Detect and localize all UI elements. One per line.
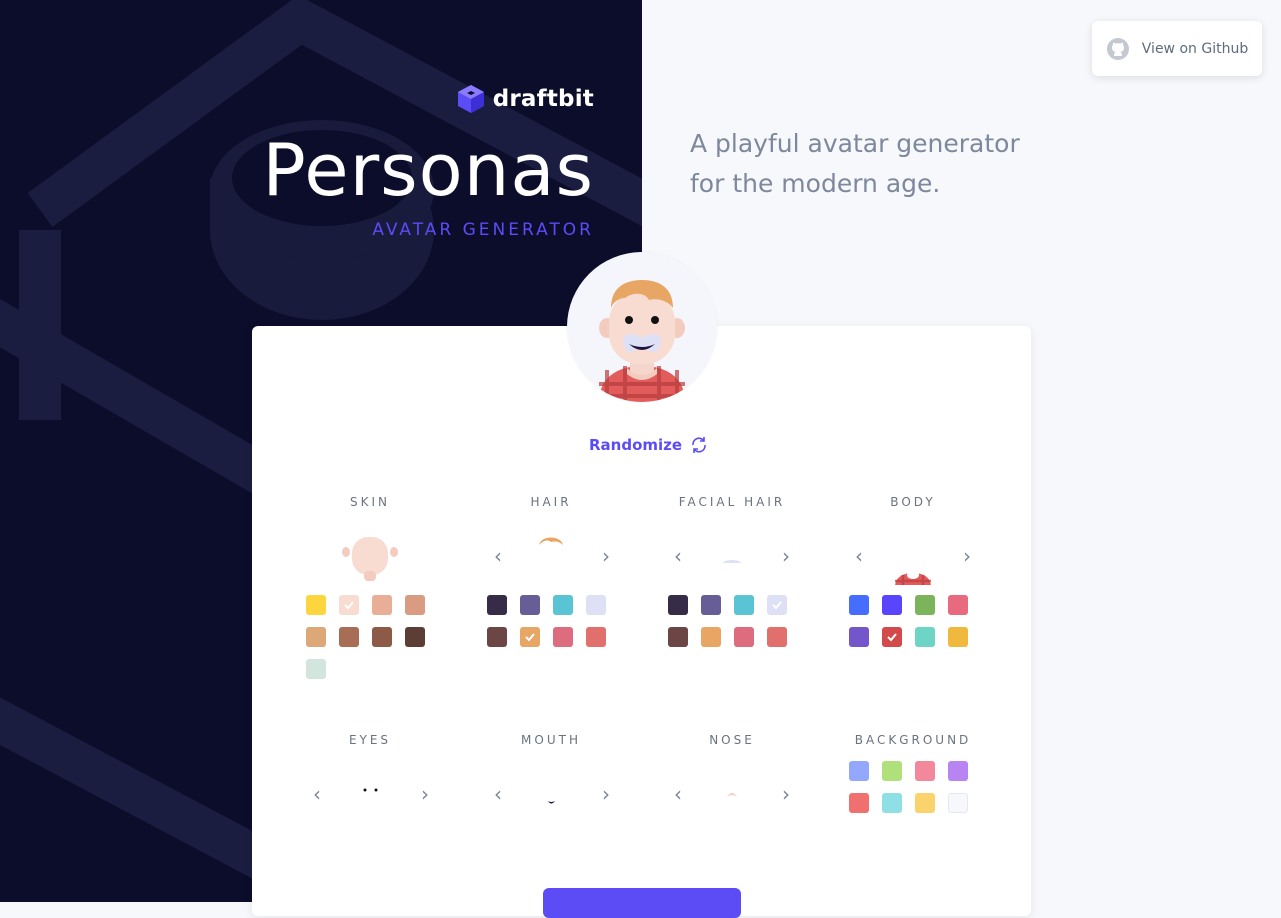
view-on-github-button[interactable]: View on Github — [1092, 21, 1262, 76]
check-icon — [525, 633, 535, 642]
eyes-next-button[interactable]: › — [417, 784, 433, 804]
mouth-prev-button[interactable]: ‹ — [490, 784, 506, 804]
page-subtitle: AVATAR GENERATOR — [372, 220, 594, 240]
facial-hair-color-swatch[interactable] — [767, 627, 787, 647]
background-color-swatch[interactable] — [948, 793, 968, 813]
avatar-preview — [567, 252, 717, 402]
skin-preview — [330, 525, 410, 585]
hair-color-swatch[interactable] — [520, 627, 540, 647]
facial-hair-color-swatch[interactable] — [668, 627, 688, 647]
nose-preview — [692, 763, 772, 823]
facial-hair-next-button[interactable]: › — [778, 546, 794, 566]
body-color-swatch[interactable] — [948, 627, 968, 647]
page-title: Personas — [262, 128, 594, 212]
skin-color-swatch[interactable] — [339, 627, 359, 647]
randomize-button[interactable]: Randomize — [589, 436, 708, 454]
hair-color-swatch[interactable] — [553, 627, 573, 647]
background-color-swatch[interactable] — [849, 793, 869, 813]
body-color-swatch[interactable] — [849, 627, 869, 647]
body-color-swatch[interactable] — [882, 627, 902, 647]
skin-color-swatch[interactable] — [372, 627, 392, 647]
tagline: A playful avatar generator for the moder… — [690, 129, 1020, 198]
skin-color-swatch[interactable] — [405, 595, 425, 615]
background-color-swatch[interactable] — [915, 761, 935, 781]
background-color-swatch[interactable] — [882, 761, 902, 781]
facial-hair-color-swatch[interactable] — [734, 627, 754, 647]
hair-next-button[interactable]: › — [598, 546, 614, 566]
background-color-swatch[interactable] — [849, 761, 869, 781]
hair-color-swatch[interactable] — [487, 627, 507, 647]
body-color-swatch[interactable] — [915, 627, 935, 647]
facial-hair-color-swatch[interactable] — [734, 595, 754, 615]
body-prev-button[interactable]: ‹ — [851, 546, 867, 566]
nose-label: NOSE — [709, 733, 755, 747]
hair-color-swatch[interactable] — [520, 595, 540, 615]
skin-color-swatch[interactable] — [306, 659, 326, 679]
refresh-icon — [692, 437, 706, 453]
facial-hair-color-swatch[interactable] — [701, 595, 721, 615]
facial-hair-color-swatch[interactable] — [767, 595, 787, 615]
hair-color-swatch[interactable] — [487, 595, 507, 615]
body-label: BODY — [890, 495, 936, 509]
mouth-preview — [511, 763, 591, 823]
body-color-swatch[interactable] — [882, 595, 902, 615]
facial-hair-label: FACIAL HAIR — [678, 495, 786, 509]
github-label: View on Github — [1141, 40, 1249, 57]
body-color-swatch[interactable] — [849, 595, 869, 615]
background-label: BACKGROUND — [854, 733, 972, 747]
facial-hair-color-swatch[interactable] — [668, 595, 688, 615]
check-icon — [344, 601, 354, 610]
facial-hair-prev-button[interactable]: ‹ — [670, 546, 686, 566]
mouth-next-button[interactable]: › — [598, 784, 614, 804]
hair-color-swatch[interactable] — [586, 595, 606, 615]
facial-hair-color-swatch[interactable] — [701, 627, 721, 647]
mouth-label: MOUTH — [521, 733, 581, 747]
body-color-swatch[interactable] — [915, 595, 935, 615]
eyes-preview — [330, 763, 410, 823]
avatar-illustration — [599, 280, 685, 402]
download-button[interactable] — [543, 888, 741, 918]
check-icon — [772, 601, 782, 610]
skin-color-swatch[interactable] — [405, 627, 425, 647]
skin-color-swatch[interactable] — [306, 595, 326, 615]
facial-hair-preview — [692, 525, 772, 585]
background-color-swatch[interactable] — [948, 761, 968, 781]
nose-prev-button[interactable]: ‹ — [670, 784, 686, 804]
hair-preview — [511, 525, 591, 585]
eyes-label: EYES — [348, 733, 392, 747]
hair-color-swatch[interactable] — [553, 595, 573, 615]
hair-label: HAIR — [530, 495, 572, 509]
brand-logo[interactable]: draftbit — [457, 84, 594, 114]
nose-next-button[interactable]: › — [778, 784, 794, 804]
hair-prev-button[interactable]: ‹ — [490, 546, 506, 566]
background-color-swatch[interactable] — [882, 793, 902, 813]
avatar-builder-card — [252, 326, 1031, 916]
draftbit-logo-icon — [457, 85, 484, 113]
body-color-swatch[interactable] — [948, 595, 968, 615]
hair-color-swatch[interactable] — [586, 627, 606, 647]
body-preview — [873, 525, 953, 587]
eyes-prev-button[interactable]: ‹ — [309, 784, 325, 804]
github-icon — [1106, 37, 1129, 60]
body-next-button[interactable]: › — [959, 546, 975, 566]
background-color-swatch[interactable] — [915, 793, 935, 813]
skin-label: SKIN — [349, 495, 390, 509]
randomize-label: Randomize — [589, 436, 683, 454]
skin-color-swatch[interactable] — [339, 595, 359, 615]
skin-color-swatch[interactable] — [306, 627, 326, 647]
brand-name: draftbit — [492, 86, 594, 112]
check-icon — [887, 633, 897, 642]
skin-color-swatch[interactable] — [372, 595, 392, 615]
